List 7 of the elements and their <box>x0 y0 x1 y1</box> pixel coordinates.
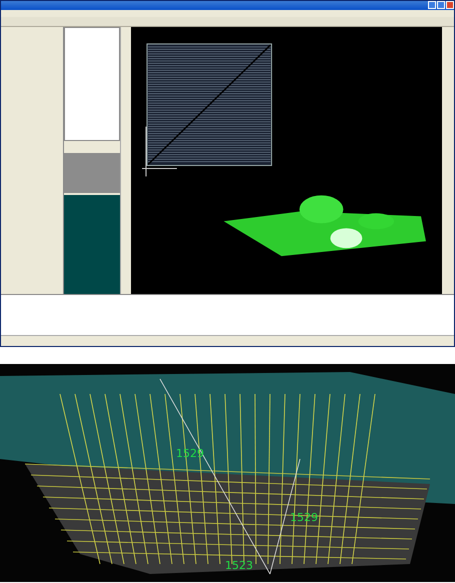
axis-icon <box>142 126 178 177</box>
maximize-icon[interactable] <box>437 1 445 9</box>
dimension-label: 1523 <box>225 560 253 571</box>
property-panel <box>64 153 120 193</box>
list-box[interactable] <box>64 27 120 141</box>
minimize-icon[interactable] <box>428 1 436 9</box>
close-icon[interactable] <box>446 1 454 9</box>
